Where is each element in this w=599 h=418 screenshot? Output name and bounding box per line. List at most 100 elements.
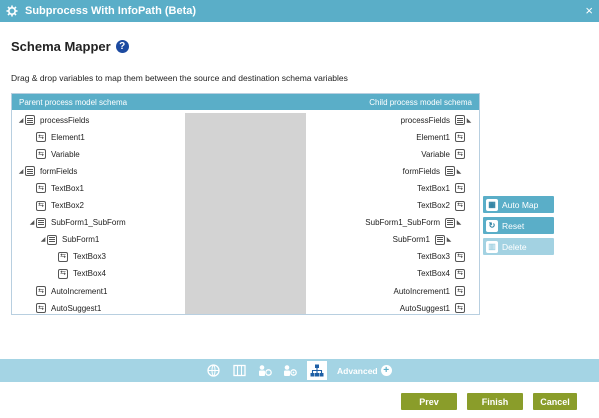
close-icon[interactable]: × xyxy=(585,3,593,19)
collapse-icon[interactable]: ◣ xyxy=(455,219,463,226)
parent-schema-row[interactable]: ⇆ Variable xyxy=(12,147,85,161)
parent-schema-row[interactable]: ⇆ TextBox3 xyxy=(12,250,111,264)
row-label: TextBox2 xyxy=(51,201,84,210)
child-schema-row[interactable]: TextBox1 ⇆ xyxy=(412,181,479,195)
folder-node-icon xyxy=(25,166,35,177)
reset-button[interactable]: ↻ Reset xyxy=(483,217,554,234)
parent-schema-row[interactable]: ⇆ Element1 xyxy=(12,130,90,144)
child-schema-row[interactable]: SubForm1 ◣ xyxy=(388,233,479,247)
grid-icon: ▦ xyxy=(486,198,498,211)
row-label: Variable xyxy=(421,149,450,159)
map-icon[interactable] xyxy=(229,361,249,380)
delete-label: Delete xyxy=(502,241,527,252)
description: Drag & drop variables to map them betwee… xyxy=(11,73,348,83)
variable-icon: ⇆ xyxy=(455,251,465,262)
collapse-icon[interactable]: ◢ xyxy=(17,168,25,175)
advanced-toggle[interactable]: Advanced + xyxy=(337,365,392,376)
finish-button[interactable]: Finish xyxy=(467,393,523,410)
parent-schema-row[interactable]: ⇆ TextBox2 xyxy=(12,199,89,213)
folder-node-icon xyxy=(445,217,455,228)
child-schema-row[interactable]: SubForm1_SubForm ◣ xyxy=(360,216,479,230)
cancel-button[interactable]: Cancel xyxy=(533,393,577,410)
row-label: TextBox3 xyxy=(417,252,450,262)
collapse-icon[interactable]: ◣ xyxy=(455,168,463,175)
delete-button[interactable]: ▥ Delete xyxy=(483,238,554,255)
row-label: formFields xyxy=(402,166,440,176)
row-label: SubForm1_SubForm xyxy=(365,218,440,228)
child-schema-row[interactable]: processFields ◣ xyxy=(396,113,479,127)
mapper-header: Parent process model schema Child proces… xyxy=(12,94,479,110)
child-schema-header: Child process model schema xyxy=(369,97,472,107)
variable-icon: ⇆ xyxy=(36,183,46,194)
row-label: formFields xyxy=(40,166,78,176)
parent-schema-row[interactable]: ◢ formFields xyxy=(12,164,82,178)
variable-icon: ⇆ xyxy=(58,251,68,262)
globe-icon[interactable] xyxy=(203,361,223,380)
row-label: TextBox3 xyxy=(73,252,106,262)
prev-button[interactable]: Prev xyxy=(401,393,457,410)
row-label: processFields xyxy=(40,115,90,125)
collapse-icon[interactable]: ◢ xyxy=(39,236,47,243)
child-schema-row[interactable]: formFields ◣ xyxy=(398,164,479,178)
variable-icon: ⇆ xyxy=(455,268,465,279)
collapse-icon[interactable]: ◣ xyxy=(465,117,473,124)
mapper-actions: ▦ Auto Map ↻ Reset ▥ Delete xyxy=(483,196,554,259)
row-label: TextBox1 xyxy=(51,183,84,193)
user-options-icon[interactable] xyxy=(280,361,300,380)
child-schema-row[interactable]: TextBox2 ⇆ xyxy=(412,199,479,213)
child-schema-row[interactable]: Element1 ⇆ xyxy=(411,130,479,144)
child-schema-row[interactable]: Variable ⇆ xyxy=(416,147,479,161)
row-label: Element1 xyxy=(416,132,450,142)
child-schema-row[interactable]: TextBox4 ⇆ xyxy=(412,267,479,281)
row-label: AutoSuggest1 xyxy=(399,303,450,313)
row-label: SubForm1 xyxy=(62,235,100,245)
variable-icon: ⇆ xyxy=(36,149,46,160)
hierarchy-icon[interactable] xyxy=(307,361,327,380)
collapse-icon[interactable]: ◢ xyxy=(28,219,36,226)
row-label: AutoIncrement1 xyxy=(51,286,108,296)
row-label: AutoSuggest1 xyxy=(51,303,102,313)
collapse-icon[interactable]: ◢ xyxy=(17,117,25,124)
parent-schema-row[interactable]: ◢ SubForm1 xyxy=(12,233,104,247)
parent-schema-row[interactable]: ⇆ AutoSuggest1 xyxy=(12,301,106,314)
variable-icon: ⇆ xyxy=(58,268,68,279)
variable-icon: ⇆ xyxy=(455,132,465,143)
parent-schema-row[interactable]: ⇆ AutoIncrement1 xyxy=(12,284,112,298)
variable-icon: ⇆ xyxy=(36,303,46,314)
help-icon[interactable]: ? xyxy=(115,40,129,53)
variable-icon: ⇆ xyxy=(36,132,46,143)
parent-schema-row[interactable]: ◢ SubForm1_SubForm xyxy=(12,216,131,230)
child-schema-row[interactable]: AutoIncrement1 ⇆ xyxy=(389,284,479,298)
folder-node-icon xyxy=(25,115,35,125)
gear-icon xyxy=(5,4,19,18)
advanced-label: Advanced xyxy=(337,365,378,376)
row-label: AutoIncrement1 xyxy=(393,286,450,296)
child-schema-row[interactable]: TextBox3 ⇆ xyxy=(412,250,479,264)
page-title: Schema Mapper ? xyxy=(11,39,129,54)
mapper-body: ◢ processFields ⇆ Element1 ⇆ Variable ◢ formFie… xyxy=(12,110,479,314)
reset-icon: ↻ xyxy=(486,219,498,232)
parent-schema-row[interactable]: ◢ processFields xyxy=(12,113,94,127)
folder-node-icon xyxy=(36,217,46,228)
variable-icon: ⇆ xyxy=(455,286,465,296)
child-schema-row[interactable]: AutoSuggest1 ⇆ xyxy=(395,301,479,314)
trash-icon: ▥ xyxy=(486,240,498,253)
folder-node-icon xyxy=(455,115,465,125)
auto-map-button[interactable]: ▦ Auto Map xyxy=(483,196,554,213)
parent-schema-row[interactable]: ⇆ TextBox1 xyxy=(12,181,89,195)
collapse-icon[interactable]: ◣ xyxy=(445,236,453,243)
plus-icon: + xyxy=(380,365,392,376)
parent-schema-row[interactable]: ⇆ TextBox4 xyxy=(12,267,111,281)
variable-icon: ⇆ xyxy=(36,200,46,211)
auto-map-label: Auto Map xyxy=(502,199,539,210)
reset-label: Reset xyxy=(502,220,525,231)
row-label: SubForm1_SubForm xyxy=(51,218,126,228)
variable-icon: ⇆ xyxy=(455,303,465,314)
title-bar: Subprocess With InfoPath (Beta) × xyxy=(0,0,599,22)
parent-schema-header: Parent process model schema xyxy=(19,97,128,107)
user-settings-icon[interactable] xyxy=(255,361,275,380)
row-label: processFields xyxy=(400,115,450,125)
mapping-area[interactable] xyxy=(185,113,306,314)
row-label: TextBox2 xyxy=(417,201,450,210)
schema-mapper: Parent process model schema Child proces… xyxy=(11,93,480,315)
